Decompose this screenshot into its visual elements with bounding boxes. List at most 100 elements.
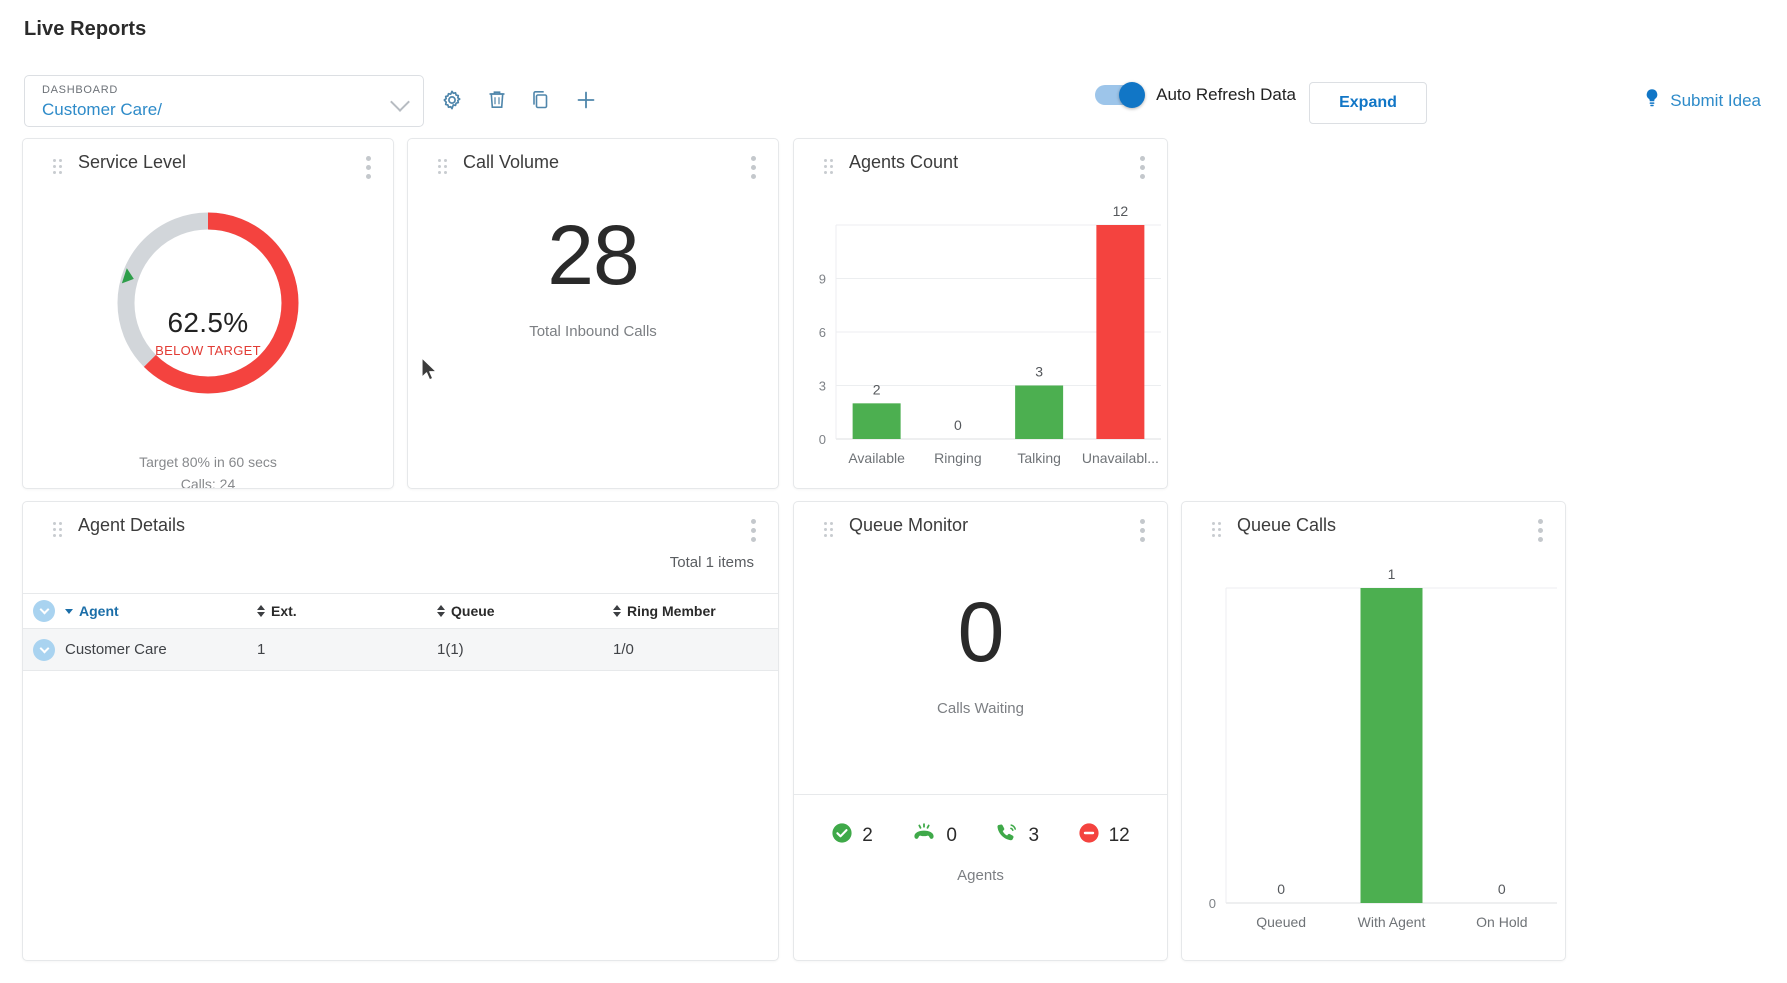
- expand-row-button[interactable]: [33, 638, 55, 661]
- column-header-queue[interactable]: Queue: [437, 603, 613, 619]
- expand-button[interactable]: Expand: [1309, 82, 1427, 124]
- stat-talking: 3: [995, 822, 1039, 849]
- stat-unavailable-value: 12: [1108, 824, 1130, 846]
- stat-unavailable: 12: [1078, 822, 1130, 849]
- drag-handle-icon[interactable]: [1212, 522, 1221, 538]
- dashboard-select[interactable]: DASHBOARD Customer Care/: [24, 75, 424, 127]
- drag-handle-icon[interactable]: [53, 522, 62, 538]
- duplicate-icon[interactable]: [530, 88, 552, 112]
- queue-monitor-body: 0 Calls Waiting: [794, 558, 1167, 717]
- column-header-ring-member[interactable]: Ring Member: [613, 603, 778, 619]
- card-agents-count: Agents Count 0 3 6 9 2 Available 0 Ringing 3 Talk…: [793, 138, 1168, 489]
- svg-text:Unavailabl...: Unavailabl...: [1082, 450, 1159, 466]
- toolbar: DASHBOARD Customer Care/ Auto Refresh Da…: [0, 68, 1787, 130]
- cell-queue: 1(1): [437, 641, 464, 658]
- talking-phone-icon: [995, 822, 1019, 849]
- card-title: Call Volume: [463, 152, 560, 172]
- card-title: Agent Details: [78, 515, 186, 535]
- card-header: Queue Calls: [1182, 502, 1565, 558]
- cell-ext: 1: [257, 641, 266, 658]
- sort-icon: [613, 605, 621, 617]
- unavailable-minus-icon: [1078, 822, 1100, 849]
- card-menu-button[interactable]: [1538, 519, 1543, 542]
- card-header: Call Volume: [408, 139, 778, 195]
- svg-text:2: 2: [873, 381, 881, 397]
- stat-available-value: 2: [862, 824, 873, 846]
- card-menu-button[interactable]: [366, 156, 371, 179]
- expand-all-button[interactable]: [33, 600, 55, 622]
- svg-text:0: 0: [819, 432, 826, 447]
- stat-ringing: 0: [911, 822, 957, 849]
- card-menu-button[interactable]: [1140, 156, 1145, 179]
- card-queue-calls: Queue Calls 0 0 Queued 1 With Agent 0 On Hold: [1181, 501, 1566, 961]
- svg-text:Available: Available: [848, 450, 905, 466]
- queue-monitor-stats: 2 0 3 12: [794, 822, 1167, 849]
- submit-idea-link[interactable]: Submit Idea: [1643, 88, 1761, 113]
- dashboard-select-value: Customer Care/: [42, 100, 162, 119]
- total-items-label: Total 1 items: [669, 554, 754, 571]
- calls-waiting-value: 0: [957, 585, 1005, 679]
- card-header: Agents Count: [794, 139, 1167, 195]
- column-header-queue-label: Queue: [451, 603, 495, 619]
- card-queue-monitor: Queue Monitor 0 Calls Waiting 2 0 3 12 A…: [793, 501, 1168, 961]
- row-expand-cell: [23, 638, 65, 661]
- dashboard-action-icons: [440, 88, 598, 112]
- card-agent-details: Agent Details Total 1 items Agent Ext. Q…: [22, 501, 779, 961]
- service-level-footer: Target 80% in 60 secs Calls: 24: [23, 451, 393, 488]
- submit-idea-label: Submit Idea: [1670, 90, 1761, 110]
- svg-text:With Agent: With Agent: [1358, 914, 1426, 930]
- svg-text:Queued: Queued: [1256, 914, 1306, 930]
- svg-text:0: 0: [1498, 881, 1506, 897]
- sort-icon: [437, 605, 445, 617]
- agent-details-table: Agent Ext. Queue Ring Member Customer Ca…: [23, 593, 778, 671]
- svg-text:9: 9: [819, 272, 826, 287]
- call-volume-label: Total Inbound Calls: [529, 323, 657, 340]
- column-header-agent[interactable]: Agent: [65, 603, 257, 619]
- sort-icon: [257, 605, 265, 617]
- service-level-target-text: Target 80% in 60 secs: [139, 454, 277, 470]
- card-header: Queue Monitor: [794, 502, 1167, 558]
- table-row[interactable]: Customer Care 1 1(1) 1/0: [23, 629, 778, 671]
- drag-handle-icon[interactable]: [824, 522, 833, 538]
- card-menu-button[interactable]: [1140, 519, 1145, 542]
- svg-text:Talking: Talking: [1017, 450, 1061, 466]
- table-header-row: Agent Ext. Queue Ring Member: [23, 593, 778, 629]
- svg-text:Ringing: Ringing: [934, 450, 981, 466]
- column-header-agent-label: Agent: [79, 603, 119, 619]
- call-volume-body: 28 Total Inbound Calls: [408, 195, 778, 340]
- column-header-ext-label: Ext.: [271, 603, 297, 619]
- sort-desc-icon: [65, 608, 73, 614]
- auto-refresh-control: Auto Refresh Data: [1095, 82, 1296, 108]
- svg-text:0: 0: [1277, 881, 1285, 897]
- column-header-ext[interactable]: Ext.: [257, 603, 437, 619]
- svg-text:1: 1: [1388, 566, 1396, 582]
- card-menu-button[interactable]: [751, 156, 756, 179]
- chevron-down-icon: [390, 92, 410, 112]
- expand-all-cell: [23, 600, 65, 622]
- service-level-gauge: 62.5% BELOW TARGET: [23, 195, 393, 425]
- delete-icon[interactable]: [486, 88, 508, 112]
- call-volume-value: 28: [547, 208, 639, 302]
- svg-text:0: 0: [954, 417, 962, 433]
- column-header-ring-member-label: Ring Member: [627, 603, 716, 619]
- card-menu-button[interactable]: [751, 519, 756, 542]
- svg-text:6: 6: [819, 325, 826, 340]
- drag-handle-icon[interactable]: [53, 159, 62, 175]
- card-service-level: Service Level 62.5% BELOW TARGET Target …: [22, 138, 394, 489]
- card-header: Agent Details: [23, 502, 778, 558]
- svg-text:3: 3: [1035, 364, 1043, 380]
- settings-icon[interactable]: [440, 88, 464, 112]
- stat-available: 2: [831, 822, 873, 849]
- card-header: Service Level: [23, 139, 393, 195]
- calls-waiting-label: Calls Waiting: [937, 700, 1024, 717]
- card-title: Service Level: [78, 152, 187, 172]
- drag-handle-icon[interactable]: [438, 159, 447, 175]
- card-call-volume: Call Volume 28 Total Inbound Calls: [407, 138, 779, 489]
- service-level-donut: [117, 212, 299, 394]
- auto-refresh-toggle[interactable]: [1095, 82, 1146, 108]
- drag-handle-icon[interactable]: [824, 159, 833, 175]
- dashboard-select-label: DASHBOARD: [42, 84, 118, 96]
- card-title: Agents Count: [849, 152, 959, 172]
- add-icon[interactable]: [574, 88, 598, 112]
- svg-text:12: 12: [1113, 203, 1129, 219]
